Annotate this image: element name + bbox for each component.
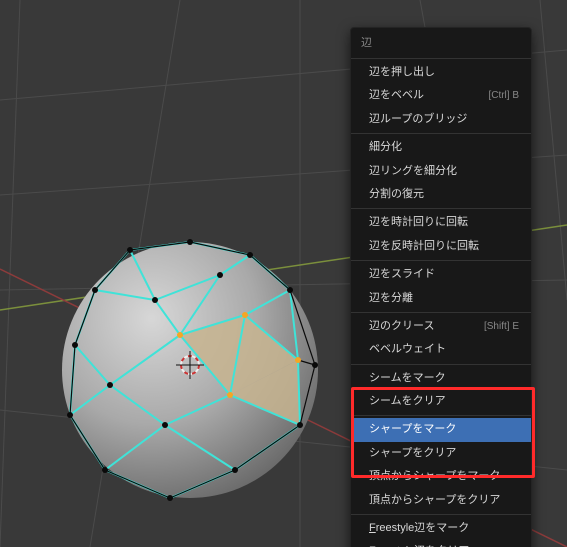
menu-item[interactable]: 辺を分離 bbox=[351, 287, 531, 310]
menu-item[interactable]: 辺ループのブリッジ bbox=[351, 108, 531, 131]
menu-item-label: シャープをマーク bbox=[369, 422, 456, 437]
menu-item-label: 頂点からシャープをクリア bbox=[369, 493, 500, 508]
menu-item[interactable]: 辺のクリース [Shift] E bbox=[351, 315, 531, 338]
menu-item-label: 辺を時計回りに回転 bbox=[369, 215, 468, 230]
menu-item-label: 頂点からシャープをマーク bbox=[369, 469, 500, 484]
menu-item-label: 辺をスライド bbox=[369, 267, 435, 282]
menu-item[interactable]: 辺リングを細分化 bbox=[351, 160, 531, 183]
menu-item[interactable]: 分割の復元 bbox=[351, 183, 531, 206]
menu-item-label: シームをクリア bbox=[369, 394, 446, 409]
menu-separator bbox=[351, 58, 531, 59]
menu-item-label: シャープをクリア bbox=[369, 446, 456, 461]
menu-item-label: ベベルウェイト bbox=[369, 342, 446, 357]
edge-context-menu: 辺 辺を押し出し辺をベベル [Ctrl] B 辺ループのブリッジ細分化辺リングを細分… bbox=[350, 27, 532, 547]
menu-item[interactable]: Freestyle辺をクリア bbox=[351, 540, 531, 547]
menu-item[interactable]: ベベルウェイト bbox=[351, 338, 531, 361]
menu-item[interactable]: シャープをクリア bbox=[351, 442, 531, 465]
menu-item[interactable]: Freestyle辺をマーク bbox=[351, 517, 531, 540]
menu-item[interactable]: 辺をベベル [Ctrl] B bbox=[351, 84, 531, 107]
menu-separator bbox=[351, 312, 531, 313]
menu-item-label: 分割の復元 bbox=[369, 187, 424, 202]
menu-separator bbox=[351, 364, 531, 365]
menu-item[interactable]: 辺を押し出し bbox=[351, 61, 531, 84]
menu-item[interactable]: 細分化 bbox=[351, 136, 531, 159]
menu-item[interactable]: 辺を反時計回りに回転 bbox=[351, 235, 531, 258]
menu-item-label: シームをマーク bbox=[369, 371, 446, 386]
menu-item[interactable]: シームをクリア bbox=[351, 390, 531, 413]
menu-item-label: 細分化 bbox=[369, 140, 402, 155]
menu-item-label: 辺リングを細分化 bbox=[369, 164, 457, 179]
menu-item[interactable]: 頂点からシャープをクリア bbox=[351, 489, 531, 512]
menu-item-label: Freestyle辺をマーク bbox=[369, 521, 469, 536]
3d-viewport[interactable]: 辺 辺を押し出し辺をベベル [Ctrl] B 辺ループのブリッジ細分化辺リングを細分… bbox=[0, 0, 567, 547]
menu-separator bbox=[351, 514, 531, 515]
menu-item[interactable]: シャープをマーク bbox=[351, 418, 531, 441]
menu-item[interactable]: 頂点からシャープをマーク bbox=[351, 465, 531, 488]
menu-title: 辺 bbox=[351, 28, 531, 56]
menu-item[interactable]: 辺を時計回りに回転 bbox=[351, 211, 531, 234]
menu-item[interactable]: シームをマーク bbox=[351, 367, 531, 390]
menu-item-label: 辺のクリース bbox=[369, 319, 434, 334]
menu-item-label: 辺を分離 bbox=[369, 291, 413, 306]
menu-item-label: 辺を反時計回りに回転 bbox=[369, 239, 479, 254]
menu-item-label: 辺ループのブリッジ bbox=[369, 112, 467, 127]
menu-separator bbox=[351, 208, 531, 209]
menu-item-shortcut: [Ctrl] B bbox=[488, 89, 519, 103]
menu-item[interactable]: 辺をスライド bbox=[351, 263, 531, 286]
menu-item-label: 辺をベベル bbox=[369, 88, 424, 103]
menu-separator bbox=[351, 415, 531, 416]
menu-separator bbox=[351, 133, 531, 134]
menu-item-shortcut: [Shift] E bbox=[484, 320, 519, 334]
menu-separator bbox=[351, 260, 531, 261]
menu-item-label: 辺を押し出し bbox=[369, 65, 435, 80]
